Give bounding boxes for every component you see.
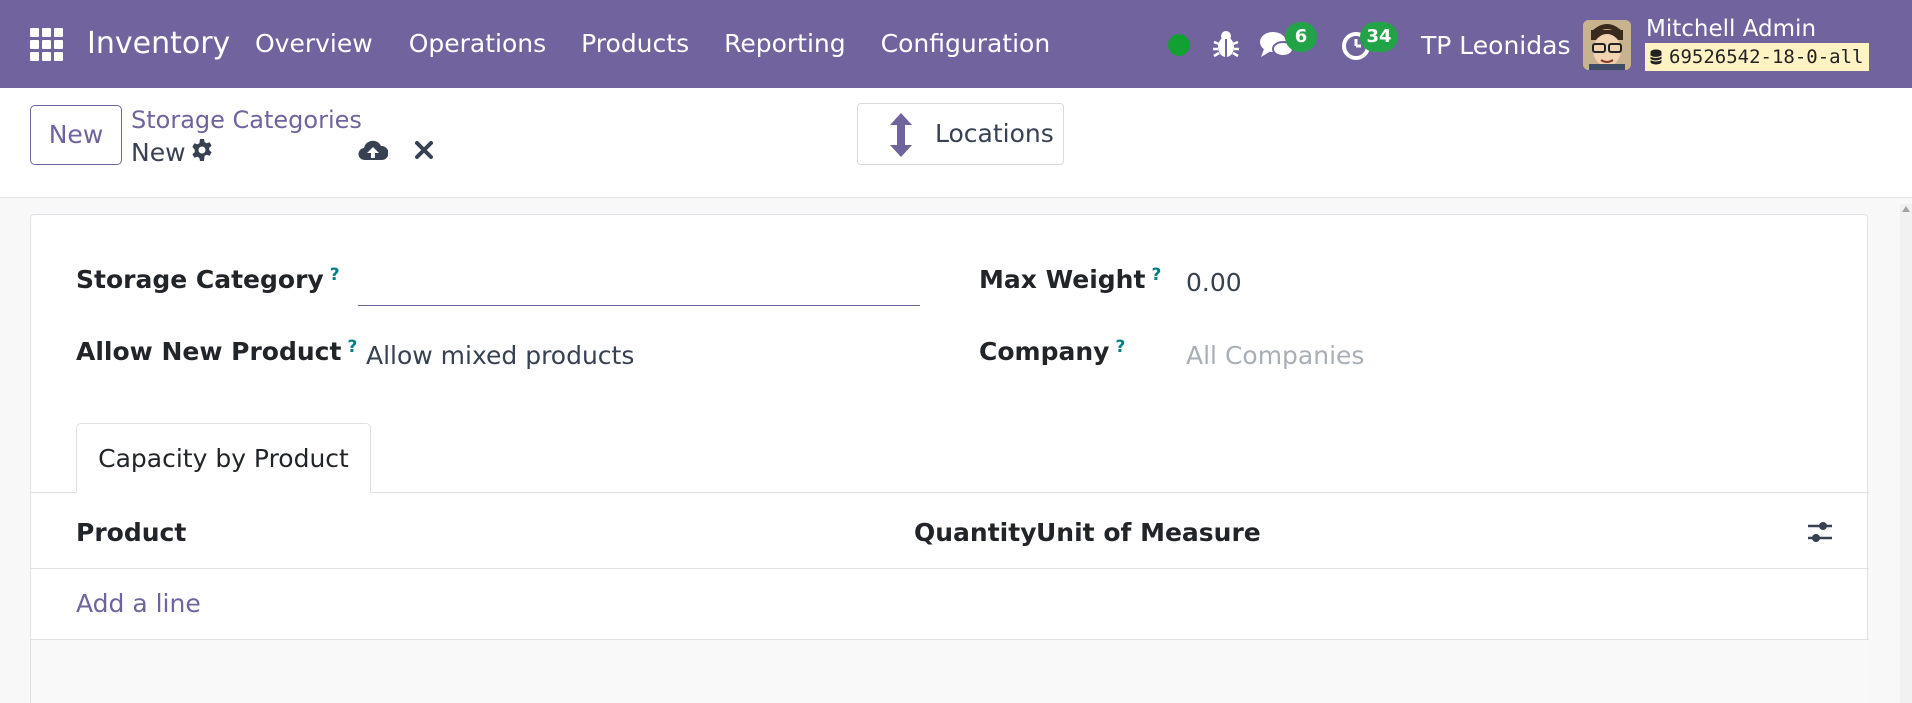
user-avatar[interactable] <box>1583 20 1631 70</box>
sheet-footer-area <box>31 640 1869 703</box>
database-icon <box>1650 49 1662 65</box>
presence-status-icon <box>1168 34 1190 56</box>
max-weight-input[interactable]: 0.00 <box>1186 268 1242 297</box>
storage-category-label-text: Storage Category <box>76 265 324 294</box>
company-label-text: Company <box>979 337 1110 366</box>
storage-category-label: Storage Category? <box>76 265 340 294</box>
menu-products[interactable]: Products <box>581 29 689 58</box>
table-header: Product Quantity Unit of Measure <box>31 493 1869 569</box>
storage-category-input[interactable] <box>358 305 920 306</box>
menu-reporting[interactable]: Reporting <box>724 29 846 58</box>
help-icon[interactable]: ? <box>1115 337 1125 357</box>
max-weight-label: Max Weight? <box>979 265 1161 294</box>
cloud-upload-icon[interactable] <box>358 138 388 164</box>
app-brand[interactable]: Inventory <box>87 26 230 61</box>
company-label: Company? <box>979 337 1125 366</box>
company-switcher[interactable]: TP Leonidas <box>1421 31 1570 60</box>
add-line-link[interactable]: Add a line <box>76 589 201 618</box>
top-navbar: Inventory Overview Operations Products R… <box>0 0 1912 88</box>
breadcrumb-storage-categories[interactable]: Storage Categories <box>131 106 362 134</box>
help-icon[interactable]: ? <box>1151 265 1161 285</box>
apps-grid-icon[interactable] <box>30 28 64 61</box>
bug-icon[interactable] <box>1212 29 1240 59</box>
company-input[interactable]: All Companies <box>1186 341 1364 370</box>
database-name: 69526542-18-0-all <box>1669 46 1864 68</box>
optional-columns-icon[interactable] <box>1806 520 1834 544</box>
help-icon[interactable]: ? <box>330 265 340 285</box>
activity-count-badge: 34 <box>1360 22 1398 52</box>
max-weight-label-text: Max Weight <box>979 265 1146 294</box>
scroll-up-arrow-icon[interactable] <box>1902 206 1910 212</box>
column-quantity[interactable]: Quantity <box>914 518 1037 547</box>
menu-configuration[interactable]: Configuration <box>881 29 1051 58</box>
locations-label: Locations <box>935 119 1054 148</box>
main-menu: Overview Operations Products Reporting C… <box>255 29 1085 58</box>
gear-icon[interactable] <box>190 138 214 162</box>
allow-new-product-select[interactable]: Allow mixed products <box>366 341 634 370</box>
user-name[interactable]: Mitchell Admin <box>1646 16 1816 42</box>
control-panel: New Storage Categories New Locations <box>0 88 1912 198</box>
tab-capacity-by-product[interactable]: Capacity by Product <box>76 423 371 493</box>
menu-operations[interactable]: Operations <box>409 29 546 58</box>
database-badge: 69526542-18-0-all <box>1645 43 1870 71</box>
vertical-arrows-icon <box>890 113 912 157</box>
chat-count-badge: 6 <box>1285 22 1317 52</box>
help-icon[interactable]: ? <box>347 337 357 357</box>
menu-overview[interactable]: Overview <box>255 29 373 58</box>
page-scrollbar[interactable] <box>1900 204 1912 703</box>
column-product[interactable]: Product <box>76 518 186 547</box>
allow-new-product-label-text: Allow New Product <box>76 337 342 366</box>
column-unit-of-measure[interactable]: Unit of Measure <box>1036 518 1261 547</box>
locations-smart-button[interactable]: Locations <box>857 103 1064 165</box>
avatar-face-icon <box>1583 20 1631 70</box>
close-icon[interactable] <box>412 138 436 162</box>
new-button[interactable]: New <box>30 105 122 165</box>
allow-new-product-label: Allow New Product? <box>76 337 357 366</box>
record-name: New <box>131 138 186 167</box>
form-sheet: Storage Category? Max Weight? 0.00 Allow… <box>30 214 1869 703</box>
